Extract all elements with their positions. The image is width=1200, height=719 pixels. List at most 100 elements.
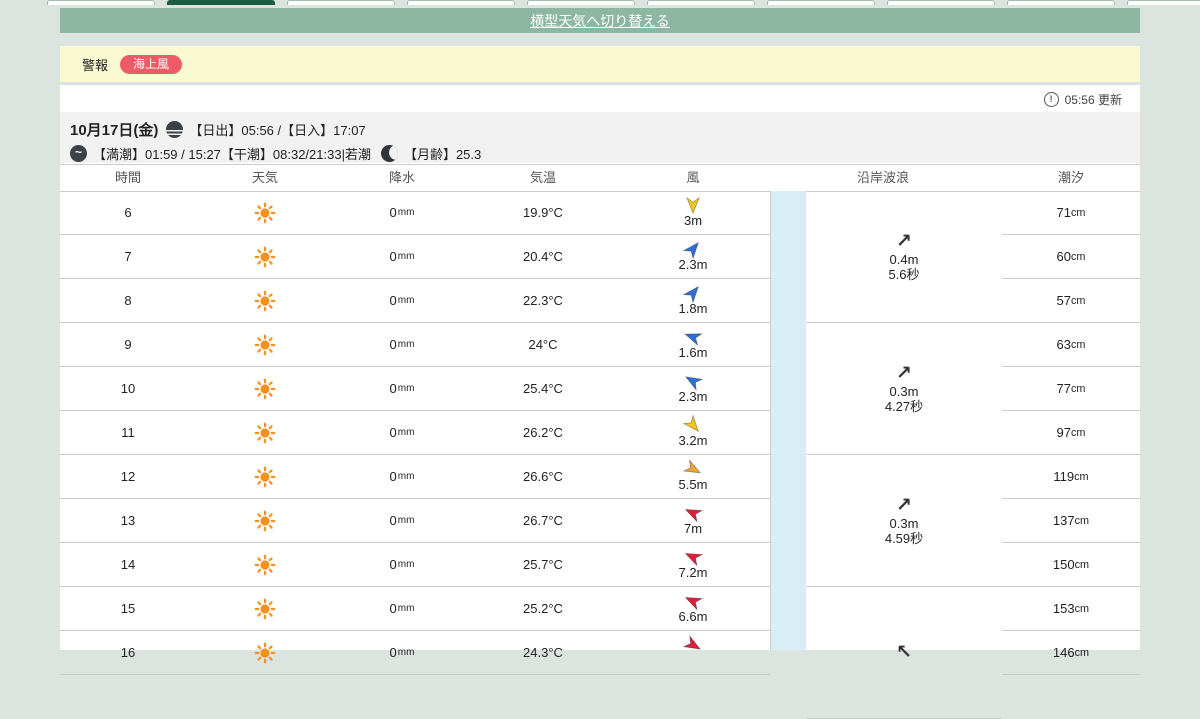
table-row: 15 0 mm 25.2°C 6.6m: [60, 587, 770, 631]
wave-height: 0.4m: [889, 251, 919, 267]
wind-cell: 2.3m: [616, 367, 770, 410]
tide-cell: 77 cm: [1002, 367, 1140, 411]
temp-cell: 19.9°C: [523, 205, 563, 220]
coastal-wave-cell: ↖: [806, 587, 1002, 719]
warning-bar: 警報 海上風: [60, 46, 1140, 82]
coastal-wave-cell: ↗ 0.3m 4.59秒: [806, 455, 1002, 587]
tab-stub-0[interactable]: [47, 0, 155, 5]
weather-cell: [196, 587, 334, 630]
table-row: 10 0 mm 25.4°C 2.3m: [60, 367, 770, 411]
col-header-coastal-waves: 沿岸波浪: [856, 170, 910, 185]
sea-wind-warning-badge[interactable]: 海上風: [120, 54, 183, 74]
tab-stub-8[interactable]: [1007, 0, 1115, 5]
wind-cell: 3m: [616, 191, 770, 234]
wind-cell: 3.2m: [616, 411, 770, 454]
tab-stub-5[interactable]: [647, 0, 755, 5]
weather-cell: [196, 279, 334, 322]
precip-cell: 0 mm: [389, 381, 415, 396]
precip-cell: 0 mm: [389, 425, 415, 440]
tide-cell: 153 cm: [1002, 587, 1140, 631]
tide-cell: 63 cm: [1002, 323, 1140, 367]
wind-speed-label: 5.5m: [678, 477, 708, 492]
table-row: 8 0 mm 22.3°C 1.8m: [60, 279, 770, 323]
weather-cell: [196, 455, 334, 498]
precip-cell: 0 mm: [389, 205, 415, 220]
sunny-icon: [254, 378, 276, 399]
precip-cell: 0 mm: [389, 601, 415, 616]
table-row: 12 0 mm 26.6°C 5.5m: [60, 455, 770, 499]
tab-stub-6[interactable]: [767, 0, 875, 5]
date-header: 10月17日(金) 【日出】05:56 /【日入】17:07 【満潮】01:59…: [60, 112, 1140, 163]
tide-cell: 150 cm: [1002, 543, 1140, 587]
wave-direction-icon: ↖: [896, 641, 912, 663]
sunny-icon: [254, 202, 276, 223]
wind-speed-label: 3m: [683, 213, 703, 228]
weather-cell: [196, 631, 334, 674]
col-header-time: 時間: [114, 170, 142, 185]
table-row: 16 0 mm 24.3°C: [60, 631, 770, 675]
precip-cell: 0 mm: [389, 337, 415, 352]
sun-times: 【日出】05:56 /【日入】17:07: [189, 122, 366, 138]
tide-cell: 97 cm: [1002, 411, 1140, 455]
tide-column: 71 cm 60 cm 57 cm 63 cm 77 cm 97 cm 119 cm 137 cm 150 cm 1…: [1002, 191, 1140, 675]
tab-stub-9[interactable]: [1127, 0, 1200, 5]
table-rows: 6 0 mm 19.9°C 3m 7 0 mm 20.4°C 2.3m 8 0 mm 22.3°C 1.8m…: [60, 191, 770, 675]
date-title: 10月17日(金): [70, 121, 159, 139]
weather-cell: [196, 411, 334, 454]
wind-cell: 2.3m: [616, 235, 770, 278]
wind-direction-icon: [682, 634, 702, 650]
wave-height: 0.3m: [889, 383, 919, 399]
wind-speed-label: 7.2m: [678, 565, 708, 580]
wind-cell: 7m: [616, 499, 770, 542]
highlight-strip: [770, 191, 806, 650]
weather-cell: [196, 323, 334, 366]
time-cell: 6: [124, 205, 132, 220]
wind-speed-label: 7m: [683, 521, 703, 536]
wind-cell: 7.2m: [616, 543, 770, 586]
temp-cell: 25.7°C: [523, 557, 563, 572]
sunny-icon: [254, 246, 276, 267]
tab-stub-7[interactable]: [887, 0, 995, 5]
wind-speed-label: 2.3m: [678, 257, 708, 272]
switch-to-horizontal-link[interactable]: 横型天気へ切り替える: [530, 11, 670, 31]
precip-cell: 0 mm: [389, 469, 415, 484]
tide-cell: 119 cm: [1002, 455, 1140, 499]
weather-page: 横型天気へ切り替える 警報 海上風 05:56 更新 10月17日(金) 【日出…: [0, 0, 1200, 719]
tab-stub-1[interactable]: [167, 0, 275, 5]
tab-stub-2[interactable]: [287, 0, 395, 5]
weather-cell: [196, 543, 334, 586]
precip-cell: 0 mm: [389, 249, 415, 264]
tab-stub-4[interactable]: [527, 0, 635, 5]
col-header-tide: 潮汐: [1057, 170, 1085, 185]
time-cell: 11: [121, 425, 135, 440]
coastal-wave-cell: ↗ 0.4m 5.6秒: [806, 191, 1002, 323]
weather-cell: [196, 191, 334, 234]
update-time: 05:56 更新: [1043, 90, 1122, 108]
time-cell: 16: [120, 645, 136, 660]
time-cell: 9: [124, 337, 132, 352]
tide-times: 【満潮】01:59 / 15:27【干潮】08:32/21:33|若潮: [93, 146, 371, 162]
temp-cell: 20.4°C: [523, 249, 563, 264]
wind-cell: 5.5m: [616, 455, 770, 498]
tab-stub-3[interactable]: [407, 0, 515, 5]
wave-height: 0.3m: [889, 515, 919, 531]
warning-label: 警報: [82, 57, 109, 73]
wind-cell: [616, 631, 770, 674]
temp-cell: 25.4°C: [523, 381, 563, 396]
coastal-wave-cell: ↗ 0.3m 4.27秒: [806, 323, 1002, 455]
precip-cell: 0 mm: [389, 557, 415, 572]
temp-cell: 24°C: [528, 337, 558, 352]
col-header-precip: 降水: [388, 170, 416, 185]
wind-cell: 6.6m: [616, 587, 770, 630]
tide-cell: 71 cm: [1002, 191, 1140, 235]
weather-cell: [196, 499, 334, 542]
sunny-icon: [254, 510, 276, 531]
temp-cell: 24.3°C: [523, 645, 563, 660]
temp-cell: 26.6°C: [523, 469, 563, 484]
col-header-temp: 気温: [529, 170, 557, 185]
wind-speed-label: 1.6m: [678, 345, 708, 360]
table-row: 6 0 mm 19.9°C 3m: [60, 191, 770, 235]
table-header-row: 時間 天気 降水 気温 風 沿岸波浪 潮汐: [60, 164, 1140, 192]
temp-cell: 26.2°C: [523, 425, 563, 440]
tide-cell: 60 cm: [1002, 235, 1140, 279]
